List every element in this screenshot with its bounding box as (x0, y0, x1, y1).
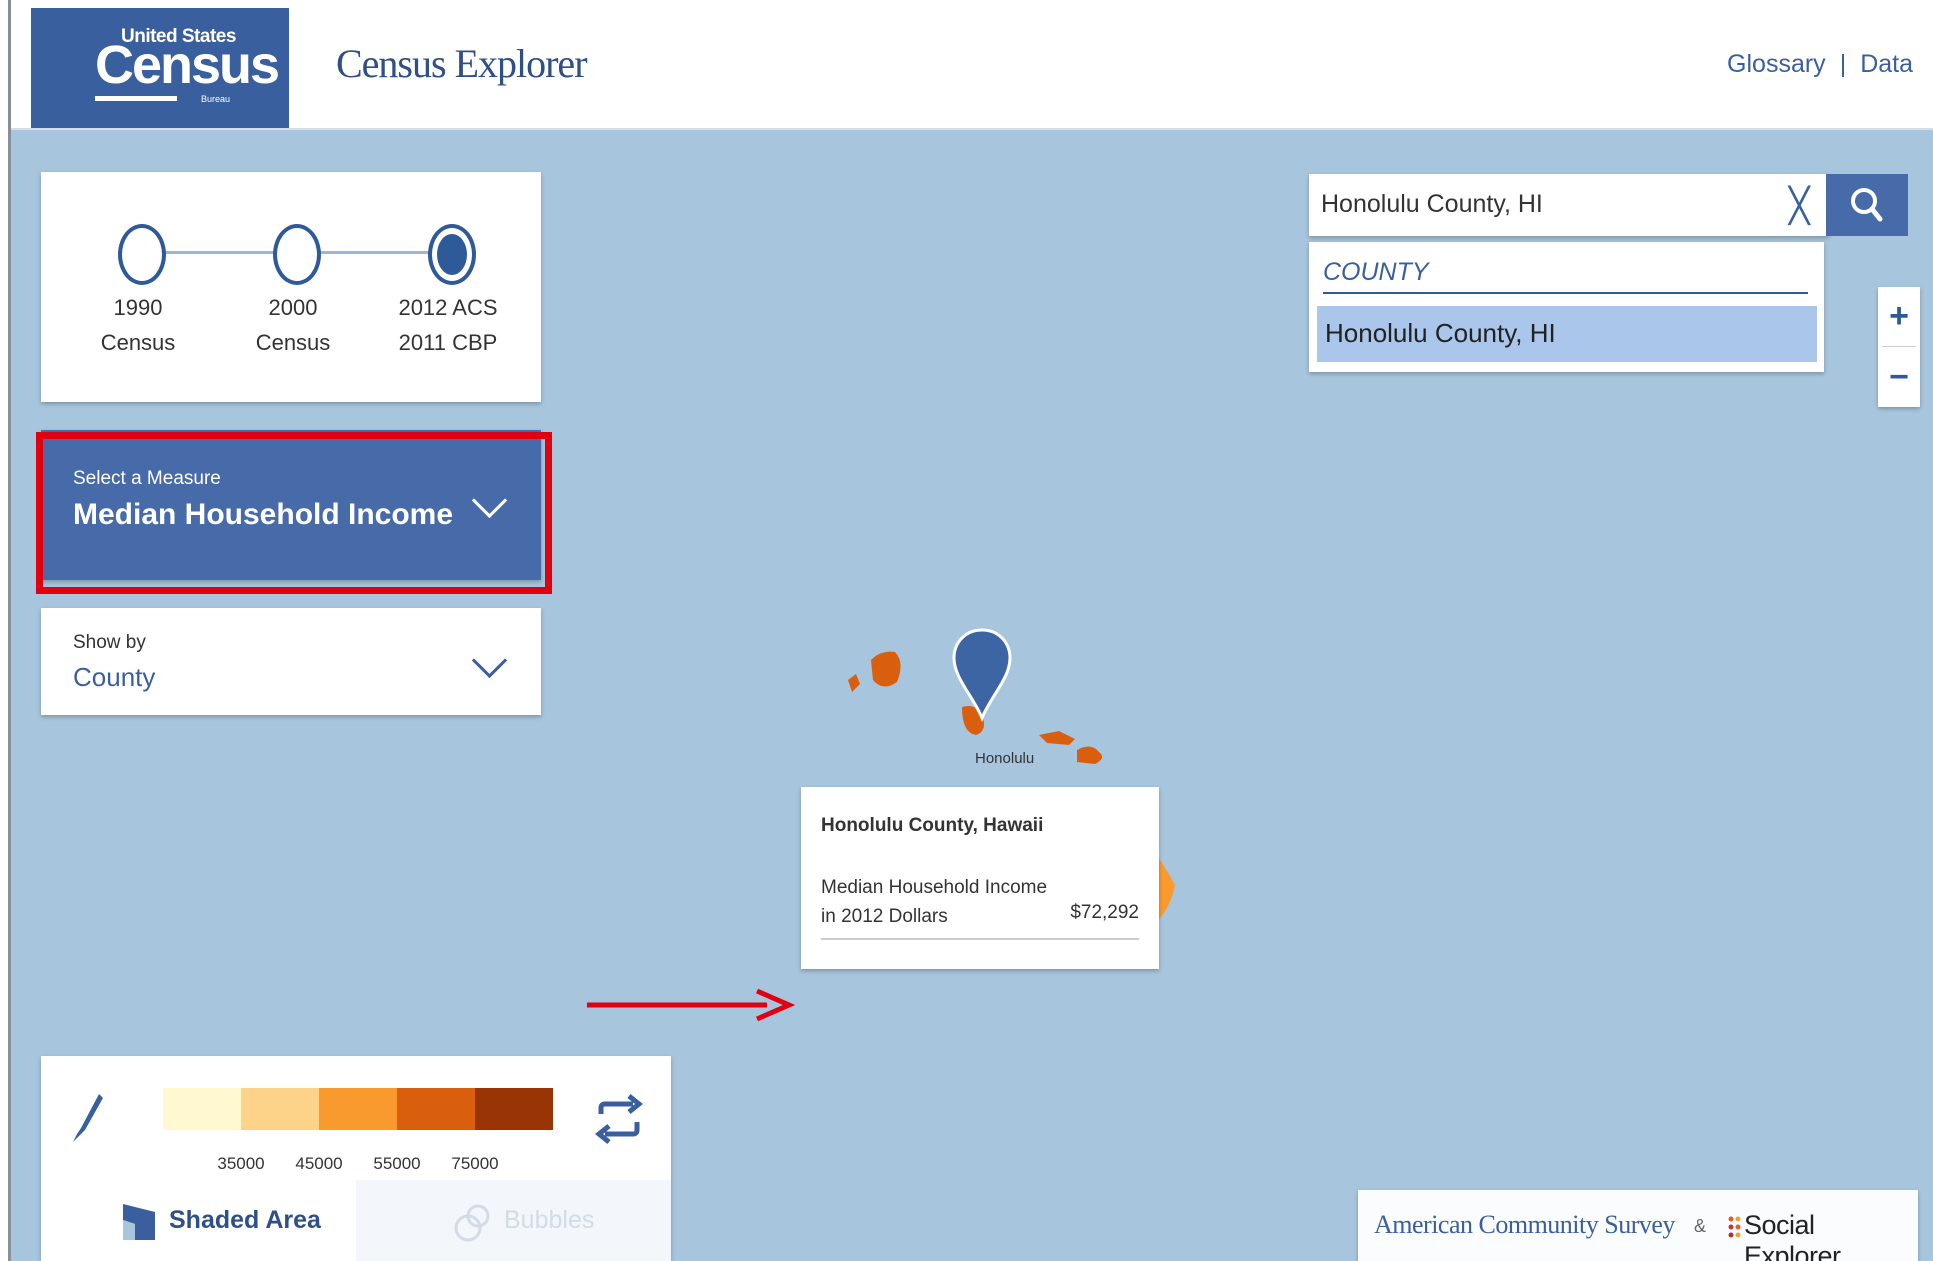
timeline-label-2000[interactable]: 2000 Census (233, 290, 353, 360)
tooltip-measure: Median Household Income in 2012 Dollars (821, 877, 1048, 927)
tab-bubbles[interactable]: Bubbles (356, 1180, 671, 1261)
tab-shaded-area[interactable]: Shaded Area (41, 1180, 356, 1261)
map-canvas[interactable]: 1990 Census 2000 Census 2012 ACS 2011 CB… (11, 130, 1933, 1261)
map-legend: 35000 45000 55000 75000 Shaded Area Bubb… (41, 1056, 671, 1261)
zoom-out-button[interactable]: − (1878, 348, 1920, 406)
timeline-label-2000-line1: 2000 (268, 295, 318, 320)
results-divider (1323, 292, 1808, 294)
timeline-label-1990-line2: Census (100, 330, 176, 355)
legend-swatch-1 (163, 1088, 241, 1130)
logo-line3: Bureau (201, 94, 231, 104)
results-header: COUNTY (1323, 258, 1429, 286)
measure-highlight-box (36, 432, 552, 594)
header: United States Census Bureau Census Explo… (11, 0, 1933, 130)
acs-link[interactable]: American Community Survey (1374, 1210, 1675, 1240)
show-by-label: Show by (73, 632, 146, 653)
footer-ampersand: & (1694, 1216, 1707, 1236)
tooltip-title: Honolulu County, Hawaii (821, 815, 1044, 836)
search-icon (1851, 188, 1883, 222)
legend-swatch-2 (241, 1088, 319, 1130)
result-item-label: Honolulu County, HI (1325, 318, 1556, 348)
timeline-label-1990[interactable]: 1990 Census (78, 290, 198, 360)
link-separator: | (1839, 50, 1847, 78)
glossary-link[interactable]: Glossary (1727, 50, 1826, 78)
legend-swatch-4 (397, 1088, 475, 1130)
census-logo[interactable]: United States Census Bureau (31, 8, 289, 128)
info-tooltip: Honolulu County, Hawaii Median Household… (801, 787, 1159, 969)
legend-tick: 45000 (295, 1154, 343, 1173)
show-by-value: County (73, 662, 156, 692)
timeline-node-2012[interactable] (428, 224, 476, 285)
timeline-node-1990[interactable] (118, 224, 166, 285)
search-button[interactable] (1826, 174, 1908, 236)
timeline-node-2000[interactable] (273, 224, 321, 285)
tooltip-divider (821, 938, 1139, 940)
app-title: Census Explorer (336, 41, 588, 86)
close-icon[interactable]: ╳ (1789, 186, 1809, 226)
result-item[interactable]: Honolulu County, HI (1317, 306, 1817, 362)
timeline-label-2000-line2: Census (255, 330, 331, 355)
tab-bubbles-label: Bubbles (504, 1206, 595, 1234)
paintbrush-icon[interactable] (67, 1090, 107, 1150)
chevron-down-icon (471, 642, 508, 679)
year-timeline: 1990 Census 2000 Census 2012 ACS 2011 CB… (41, 172, 541, 402)
logo-underline (95, 96, 177, 101)
logo-line2: Census (95, 35, 280, 95)
tab-shaded-area-label: Shaded Area (169, 1206, 321, 1234)
zoom-control: + − (1878, 287, 1920, 407)
zoom-divider (1882, 346, 1916, 347)
legend-tick: 35000 (217, 1154, 265, 1173)
search-value: Honolulu County, HI (1321, 190, 1543, 218)
legend-swatch-5 (475, 1088, 553, 1130)
city-label: Honolulu (975, 750, 1035, 767)
timeline-label-1990-line1: 1990 (113, 295, 163, 320)
zoom-in-button[interactable]: + (1878, 287, 1920, 345)
timeline-label-2012[interactable]: 2012 ACS 2011 CBP (388, 290, 508, 360)
swap-colors-icon[interactable] (591, 1092, 647, 1148)
bubbles-icon (454, 1204, 490, 1242)
annotation-arrow (587, 988, 796, 1022)
legend-tick: 75000 (451, 1154, 499, 1173)
search-input[interactable]: Honolulu County, HI ╳ (1309, 174, 1829, 236)
legend-swatch-3 (319, 1088, 397, 1130)
show-by-dropdown[interactable]: Show by County (41, 608, 541, 715)
search-results: COUNTY Honolulu County, HI (1309, 242, 1824, 372)
top-links: Glossary | Data (1727, 50, 1913, 79)
tooltip-value: $72,292 (1070, 902, 1139, 923)
timeline-label-2012-line2: 2011 CBP (398, 330, 498, 355)
social-explorer-logo-icon (1728, 1216, 1741, 1238)
legend-tick: 55000 (373, 1154, 421, 1173)
map-marker-icon[interactable] (951, 626, 1013, 726)
data-link[interactable]: Data (1860, 50, 1913, 78)
timeline-label-2012-line1: 2012 ACS (398, 295, 498, 320)
shaded-area-icon (123, 1204, 155, 1240)
social-explorer-link[interactable]: Social Explorer (1744, 1210, 1918, 1261)
footer-attribution: American Community Survey & Social Explo… (1358, 1190, 1918, 1261)
